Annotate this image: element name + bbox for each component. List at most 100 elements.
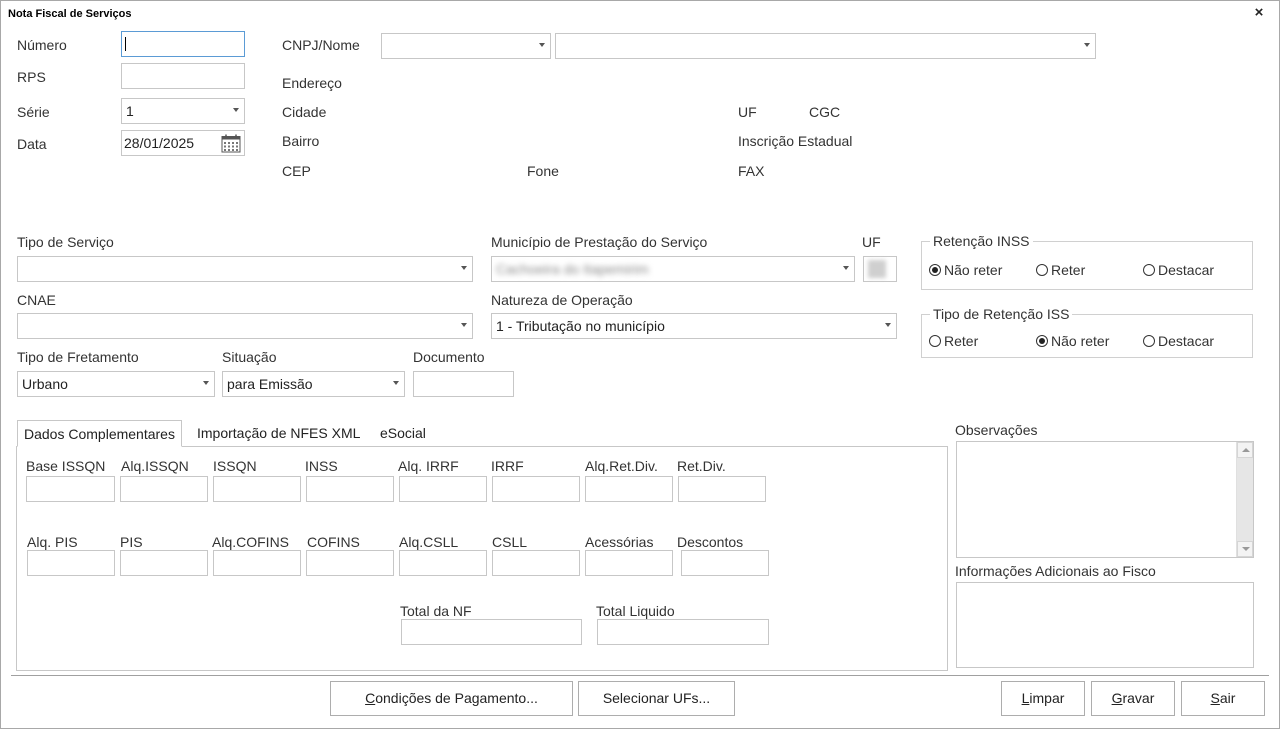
cep-label: CEP	[282, 163, 311, 179]
scroll-down-button[interactable]	[1237, 541, 1253, 557]
alq-cofins-input[interactable]	[213, 550, 301, 576]
natureza-select[interactable]: 1 - Tributação no município	[491, 313, 897, 339]
fax-label: FAX	[738, 163, 765, 179]
condicoes-pagamento-button[interactable]: Condições de Pagamento...	[330, 681, 573, 716]
sair-button[interactable]: Sair	[1181, 681, 1265, 716]
documento-input[interactable]	[413, 371, 514, 397]
irrf-input[interactable]	[492, 476, 580, 502]
retencao-iss-title: Tipo de Retenção ISS	[930, 305, 1073, 323]
uf-servico-value	[868, 260, 886, 278]
documento-label: Documento	[413, 349, 485, 365]
inss-nao-reter-radio[interactable]: Não reter	[929, 261, 1002, 279]
chevron-down-icon	[885, 323, 891, 327]
serie-select[interactable]: 1	[121, 98, 245, 124]
nome-select[interactable]	[555, 33, 1096, 59]
alq-irrf-input[interactable]	[399, 476, 487, 502]
mnemonic: C	[365, 690, 376, 706]
csll-input[interactable]	[492, 550, 580, 576]
button-label: air	[1219, 690, 1236, 706]
data-value: 28/01/2025	[124, 135, 195, 151]
endereco-label: Endereço	[282, 75, 342, 91]
inss-reter-radio[interactable]: Reter	[1036, 261, 1085, 279]
chevron-down-icon	[203, 381, 209, 385]
bottom-separator	[11, 675, 1269, 676]
alq-issqn-label: Alq.ISSQN	[121, 458, 189, 474]
chevron-down-icon	[461, 266, 467, 270]
mnemonic: S	[1210, 690, 1220, 706]
close-icon[interactable]: ×	[1251, 5, 1267, 21]
scroll-up-button[interactable]	[1237, 442, 1253, 458]
tab-dados-complementares[interactable]: Dados Complementares	[17, 420, 182, 447]
bairro-label: Bairro	[282, 133, 320, 149]
base-issqn-label: Base ISSQN	[26, 458, 106, 474]
inscricao-estadual-label: Inscrição Estadual	[738, 133, 853, 149]
rps-label: RPS	[17, 69, 46, 85]
municipio-select[interactable]: Cachoeira do Itapemirim	[491, 256, 855, 282]
button-label: impar	[1029, 690, 1065, 706]
iss-reter-radio[interactable]: Reter	[929, 332, 978, 350]
total-liquido-label: Total Liquido	[596, 603, 675, 619]
selecionar-ufs-button[interactable]: Selecionar UFs...	[578, 681, 735, 716]
limpar-button[interactable]: Limpar	[1001, 681, 1085, 716]
situacao-select[interactable]: para Emissão	[222, 371, 405, 397]
observacoes-scrollbar[interactable]	[1236, 442, 1253, 557]
gravar-button[interactable]: Gravar	[1091, 681, 1175, 716]
alq-irrf-label: Alq. IRRF	[398, 458, 459, 474]
situacao-value: para Emissão	[227, 376, 313, 392]
iss-nao-reter-radio[interactable]: Não reter	[1036, 332, 1109, 350]
radio-checked-icon	[929, 264, 941, 276]
text-caret	[125, 37, 126, 51]
tab-esocial[interactable]: eSocial	[374, 420, 432, 447]
alq-pis-label: Alq. PIS	[27, 534, 78, 550]
info-fisco-textarea[interactable]	[956, 582, 1254, 668]
inss-input[interactable]	[306, 476, 394, 502]
alq-ret-div-input[interactable]	[585, 476, 673, 502]
numero-input[interactable]	[121, 31, 245, 57]
retencao-inss-title: Retenção INSS	[930, 232, 1033, 250]
ret-div-input[interactable]	[678, 476, 766, 502]
chevron-down-icon	[393, 381, 399, 385]
pis-input[interactable]	[120, 550, 208, 576]
cnpj-select[interactable]	[381, 33, 551, 59]
total-nf-input[interactable]	[401, 619, 582, 645]
observacoes-label: Observações	[955, 422, 1038, 438]
csll-label: CSLL	[492, 534, 528, 550]
calendar-icon[interactable]	[221, 134, 241, 153]
fretamento-value: Urbano	[22, 376, 68, 392]
alq-csll-label: Alq.CSLL	[399, 534, 459, 550]
inss-destacar-radio[interactable]: Destacar	[1143, 261, 1214, 279]
iss-destacar-radio[interactable]: Destacar	[1143, 332, 1214, 350]
button-label: ondições de Pagamento...	[375, 690, 538, 706]
serie-label: Série	[17, 104, 50, 120]
serie-value: 1	[126, 103, 134, 119]
radio-label: Destacar	[1158, 333, 1215, 349]
tab-importacao-nfes-xml[interactable]: Importação de NFES XML	[191, 420, 366, 447]
data-input[interactable]: 28/01/2025	[121, 130, 245, 156]
chevron-down-icon	[233, 108, 239, 112]
natureza-value: 1 - Tributação no município	[496, 318, 665, 334]
tipo-servico-select[interactable]	[17, 256, 473, 282]
observacoes-textarea[interactable]	[956, 441, 1254, 558]
issqn-input[interactable]	[213, 476, 301, 502]
acessorias-input[interactable]	[585, 550, 673, 576]
data-label: Data	[17, 136, 47, 152]
radio-label: Reter	[944, 333, 979, 349]
cnae-select[interactable]	[17, 313, 473, 339]
descontos-input[interactable]	[681, 550, 769, 576]
rps-input[interactable]	[121, 63, 245, 89]
alq-cofins-label: Alq.COFINS	[212, 534, 290, 550]
chevron-down-icon	[1084, 43, 1090, 47]
chevron-down-icon	[461, 323, 467, 327]
total-liquido-input[interactable]	[597, 619, 769, 645]
fretamento-select[interactable]: Urbano	[17, 371, 215, 397]
alq-pis-input[interactable]	[27, 550, 115, 576]
cofins-input[interactable]	[306, 550, 394, 576]
uf-label: UF	[738, 104, 757, 120]
info-fisco-label: Informações Adicionais ao Fisco	[955, 563, 1156, 579]
alq-csll-input[interactable]	[399, 550, 487, 576]
alq-issqn-input[interactable]	[120, 476, 208, 502]
base-issqn-input[interactable]	[26, 476, 115, 502]
chevron-down-icon	[539, 43, 545, 47]
pis-label: PIS	[120, 534, 143, 550]
uf-servico-field[interactable]	[863, 256, 897, 282]
